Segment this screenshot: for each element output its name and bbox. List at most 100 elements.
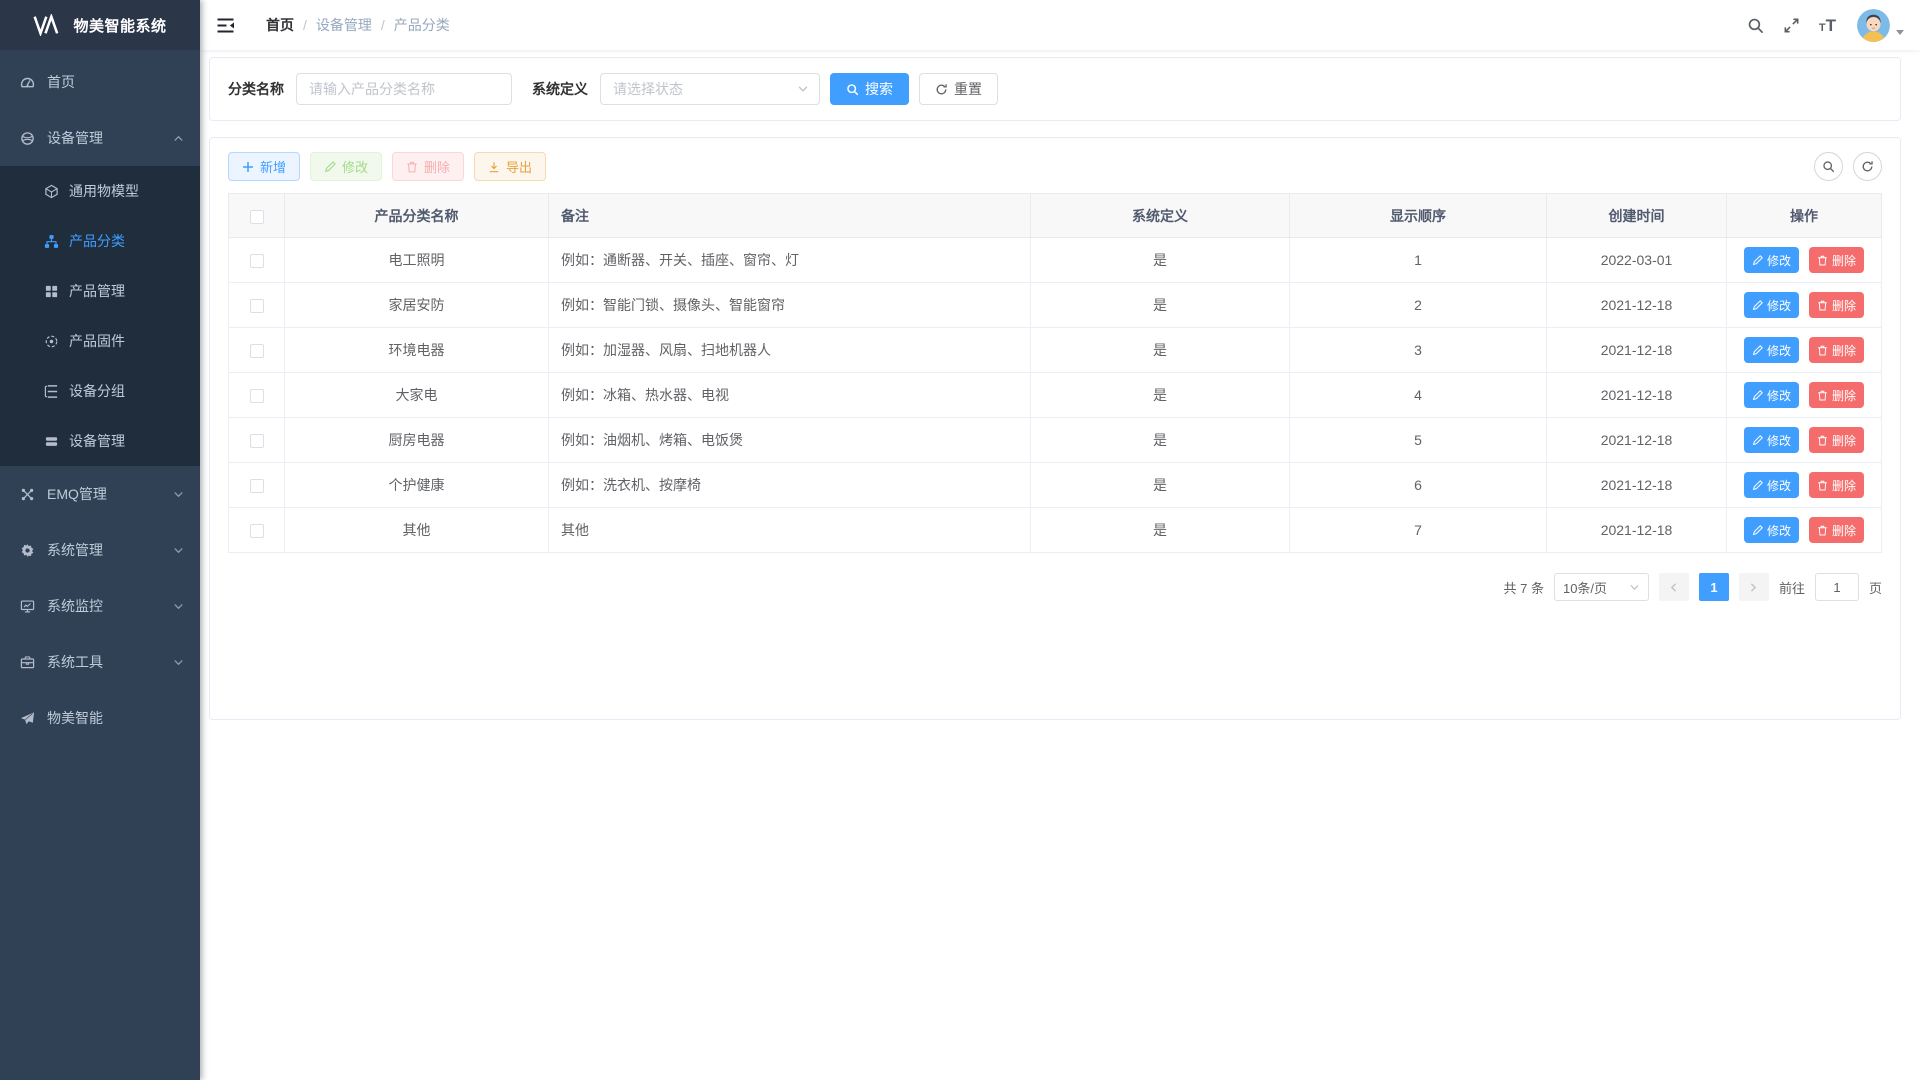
delete-button-label: 删除 [424, 157, 450, 176]
sidebar-subitem-label: 产品管理 [69, 281, 184, 301]
next-page-button[interactable] [1739, 573, 1769, 601]
chevron-down-icon [173, 545, 184, 556]
row-delete-button[interactable]: 删除 [1809, 292, 1864, 318]
chevron-down-icon [797, 83, 809, 95]
row-edit-button[interactable]: 修改 [1744, 472, 1799, 498]
sidebar-subitem-label: 通用物模型 [69, 181, 184, 201]
search-icon [1822, 160, 1835, 173]
cell-created-time: 2022-03-01 [1547, 238, 1727, 283]
chevron-left-icon [1668, 582, 1679, 593]
table-toolbar: 新增 修改 删除 导出 [228, 152, 1882, 181]
sidebar-subitem-通用物模型[interactable]: 通用物模型 [0, 166, 200, 216]
sidebar-item-系统工具[interactable]: 系统工具 [0, 634, 200, 690]
sidebar-item-系统管理[interactable]: 系统管理 [0, 522, 200, 578]
row-checkbox[interactable] [250, 254, 264, 268]
sidebar-item-设备管理[interactable]: 设备管理 [0, 110, 200, 166]
sidebar-subitem-产品管理[interactable]: 产品管理 [0, 266, 200, 316]
row-checkbox[interactable] [250, 389, 264, 403]
logo[interactable]: 物美智能系统 [0, 0, 200, 50]
row-checkbox[interactable] [250, 524, 264, 538]
toolbar-right [1814, 152, 1882, 181]
sidebar-subitem-产品分类[interactable]: 产品分类 [0, 216, 200, 266]
row-delete-button[interactable]: 删除 [1809, 472, 1864, 498]
row-delete-button[interactable]: 删除 [1809, 337, 1864, 363]
edit-button[interactable]: 修改 [310, 152, 382, 181]
goto-label: 前往 [1779, 578, 1805, 597]
cell-actions: 修改删除 [1727, 373, 1882, 418]
search-button[interactable]: 搜索 [830, 73, 909, 105]
sidebar-subitem-设备管理[interactable]: 设备管理 [0, 416, 200, 466]
font-size-icon[interactable]: TT [1819, 17, 1836, 34]
table-row: 个护健康例如：洗衣机、按摩椅是62021-12-18修改删除 [229, 463, 1882, 508]
row-edit-button[interactable]: 修改 [1744, 517, 1799, 543]
table-row: 环境电器例如：加湿器、风扇、扫地机器人是32021-12-18修改删除 [229, 328, 1882, 373]
row-edit-button[interactable]: 修改 [1744, 337, 1799, 363]
cell-remark: 例如：智能门锁、摄像头、智能窗帘 [549, 283, 1031, 328]
row-checkbox[interactable] [250, 344, 264, 358]
device-manage-icon [20, 131, 35, 146]
system-defined-select[interactable]: 请选择状态 [600, 73, 820, 105]
sidebar-item-EMQ管理[interactable]: EMQ管理 [0, 466, 200, 522]
page-size-select[interactable]: 10条/页 [1554, 573, 1649, 601]
current-page-button[interactable]: 1 [1699, 573, 1729, 601]
row-delete-button[interactable]: 删除 [1809, 427, 1864, 453]
row-delete-button[interactable]: 删除 [1809, 382, 1864, 408]
row-checkbox[interactable] [250, 479, 264, 493]
table-panel: 新增 修改 删除 导出 [209, 137, 1901, 720]
toolbox-icon [20, 655, 35, 670]
cell-remark: 例如：加湿器、风扇、扫地机器人 [549, 328, 1031, 373]
prev-page-button[interactable] [1659, 573, 1689, 601]
cell-category-name: 家居安防 [285, 283, 549, 328]
sidebar-subitem-设备分组[interactable]: 设备分组 [0, 366, 200, 416]
row-checkbox[interactable] [250, 434, 264, 448]
pencil-icon [1752, 300, 1763, 311]
cell-actions: 修改删除 [1727, 283, 1882, 328]
row-delete-button[interactable]: 删除 [1809, 247, 1864, 273]
row-checkbox[interactable] [250, 299, 264, 313]
avatar-image [1857, 9, 1890, 42]
category-name-label: 分类名称 [228, 79, 284, 99]
cell-system-defined: 是 [1031, 418, 1290, 463]
row-edit-button[interactable]: 修改 [1744, 427, 1799, 453]
delete-button[interactable]: 删除 [392, 152, 464, 181]
sidebar-item-首页[interactable]: 首页 [0, 54, 200, 110]
sidebar-item-label: 物美智能 [47, 708, 184, 728]
export-button[interactable]: 导出 [474, 152, 546, 181]
category-name-input[interactable] [296, 73, 512, 105]
user-avatar[interactable] [1857, 9, 1904, 42]
refresh-table-button[interactable] [1853, 152, 1882, 181]
plus-icon [242, 161, 254, 173]
sidebar-item-label: 系统工具 [47, 652, 173, 672]
chevron-down-icon [173, 489, 184, 500]
sidebar-item-系统监控[interactable]: 系统监控 [0, 578, 200, 634]
goto-page-input[interactable] [1815, 573, 1859, 601]
cell-actions: 修改删除 [1727, 418, 1882, 463]
cell-display-order: 5 [1290, 418, 1547, 463]
cell-system-defined: 是 [1031, 328, 1290, 373]
search-panel: 分类名称 系统定义 请选择状态 搜索 重置 [209, 57, 1901, 121]
edit-button-label: 修改 [342, 157, 368, 176]
sidebar: 物美智能系统 首页设备管理通用物模型产品分类产品管理产品固件设备分组设备管理EM… [0, 0, 200, 1080]
row-edit-button[interactable]: 修改 [1744, 292, 1799, 318]
page-size-value: 10条/页 [1563, 578, 1607, 597]
toggle-search-button[interactable] [1814, 152, 1843, 181]
cell-system-defined: 是 [1031, 238, 1290, 283]
trash-icon [1817, 390, 1828, 401]
sidebar-item-物美智能[interactable]: 物美智能 [0, 690, 200, 746]
sidebar-item-label: 系统监控 [47, 596, 173, 616]
fullscreen-icon[interactable] [1783, 17, 1800, 34]
sidebar-subitem-产品固件[interactable]: 产品固件 [0, 316, 200, 366]
row-edit-button[interactable]: 修改 [1744, 247, 1799, 273]
breadcrumb-item-首页[interactable]: 首页 [266, 15, 294, 35]
reset-button[interactable]: 重置 [919, 73, 998, 105]
add-button[interactable]: 新增 [228, 152, 300, 181]
breadcrumb-item-设备管理: 设备管理 [316, 15, 372, 35]
top-navbar: 首页/设备管理/产品分类 TT [200, 0, 1920, 50]
sidebar-fold-icon[interactable] [216, 17, 235, 34]
row-edit-button[interactable]: 修改 [1744, 382, 1799, 408]
header-search-icon[interactable] [1747, 17, 1764, 34]
row-delete-button[interactable]: 删除 [1809, 517, 1864, 543]
select-all-checkbox[interactable] [250, 210, 264, 224]
search-icon [846, 83, 859, 96]
main-content: 分类名称 系统定义 请选择状态 搜索 重置 [200, 50, 1920, 1080]
